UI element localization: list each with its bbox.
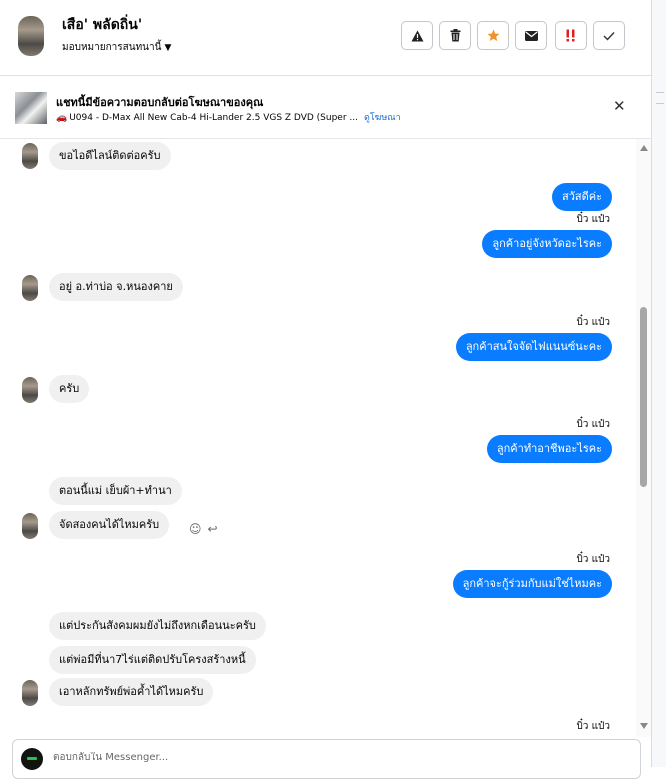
delete-button[interactable] bbox=[439, 21, 471, 50]
sender-avatar bbox=[22, 275, 38, 301]
scrollbar-thumb[interactable] bbox=[640, 307, 647, 487]
outgoing-message[interactable]: ลูกค้าอยู่จังหวัดอะไรคะ bbox=[482, 230, 612, 258]
alert-triangle-icon bbox=[411, 30, 423, 41]
car-icon: 🚗 bbox=[56, 113, 68, 123]
mark-unread-button[interactable] bbox=[515, 21, 547, 50]
conversation-header: เสือ' พลัดถิ่น' มอบหมายการสนทนานี้ ▼ bbox=[0, 0, 651, 76]
reply-composer bbox=[12, 739, 641, 779]
assign-label: มอบหมายการสนทนานี้ bbox=[62, 42, 162, 53]
ad-description: U094 - D-Max All New Cab-4 Hi-Lander 2.5… bbox=[69, 113, 358, 123]
ad-reply-banner: แชทนี้มีข้อความตอบกลับต่อโฆษณาของคุณ 🚗 U0… bbox=[0, 76, 651, 139]
caret-down-icon: ▼ bbox=[164, 43, 172, 53]
incoming-message[interactable]: ขอไอดีไลน์ติดต่อครับ bbox=[49, 142, 171, 170]
ad-thumbnail[interactable] bbox=[15, 92, 47, 124]
seen-by-label: บิ๋ว แป๋ว bbox=[576, 721, 610, 732]
message-thread: ขอไอดีไลน์ติดต่อครับ สวัสดีค่ะ บิ๋ว แป๋ว… bbox=[0, 139, 636, 737]
sender-avatar bbox=[22, 143, 38, 169]
thread-scrollbar[interactable] bbox=[636, 139, 651, 737]
outgoing-message[interactable]: ลูกค้าทำอาชีพอะไรคะ bbox=[486, 435, 612, 463]
react-icon[interactable]: ☺ bbox=[189, 522, 208, 536]
outgoing-message[interactable]: สวัสดีค่ะ bbox=[551, 183, 612, 211]
right-edge-panel bbox=[652, 0, 666, 767]
trash-icon bbox=[450, 29, 460, 42]
reply-input[interactable] bbox=[53, 752, 553, 763]
contact-avatar[interactable] bbox=[18, 16, 44, 56]
edge-tick bbox=[656, 92, 664, 93]
sender-avatar bbox=[22, 680, 38, 706]
incoming-message[interactable]: เอาหลักทรัพย์พ่อค้ำได้ไหมครับ bbox=[49, 678, 214, 706]
incoming-message[interactable]: แต่ประกันสังคมผมยังไม่ถึงหกเดือนนะครับ bbox=[49, 612, 266, 640]
incoming-message[interactable]: อยู่ อ.ท่าบ่อ จ.หนองคาย bbox=[49, 273, 183, 301]
scroll-up-arrow-icon[interactable] bbox=[640, 145, 648, 151]
contact-name[interactable]: เสือ' พลัดถิ่น' bbox=[62, 14, 142, 36]
incoming-message[interactable]: ครับ bbox=[49, 375, 90, 403]
check-icon bbox=[603, 31, 615, 41]
mark-done-button[interactable] bbox=[593, 21, 625, 50]
incoming-message[interactable]: แต่พ่อมีที่นา7ไร่แต่ติดปรับโครงสร้างหนี้ bbox=[49, 646, 256, 674]
assign-conversation-dropdown[interactable]: มอบหมายการสนทนานี้ ▼ bbox=[62, 40, 171, 55]
ad-banner-title: แชทนี้มีข้อความตอบกลับต่อโฆษณาของคุณ bbox=[56, 96, 264, 109]
incoming-message[interactable]: ตอนนี้แม่ เย็บผ้า+ทำนา bbox=[49, 477, 182, 505]
edge-tick bbox=[656, 103, 664, 104]
scroll-down-arrow-icon[interactable] bbox=[640, 723, 648, 729]
star-button[interactable] bbox=[477, 21, 509, 50]
seen-by-label: บิ๋ว แป๋ว bbox=[576, 554, 610, 565]
outgoing-message[interactable]: ลูกค้าสนใจจัดไฟแนนซ์นะคะ bbox=[455, 333, 612, 361]
seen-by-label: บิ๋ว แป๋ว bbox=[576, 214, 610, 225]
mark-follow-up-button[interactable] bbox=[555, 21, 587, 50]
report-spam-button[interactable] bbox=[401, 21, 433, 50]
outgoing-message[interactable]: ลูกค้าจะกู้ร่วมกับแม่ใช่ไหมคะ bbox=[452, 570, 612, 598]
view-ad-link[interactable]: ดูโฆษณา bbox=[364, 113, 401, 123]
star-icon bbox=[487, 29, 499, 41]
reply-icon[interactable]: ↩ bbox=[208, 522, 224, 536]
sender-avatar bbox=[22, 513, 38, 539]
ad-description-line: 🚗 U094 - D-Max All New Cab-4 Hi-Lander 2.… bbox=[56, 110, 401, 124]
seen-by-label: บิ๋ว แป๋ว bbox=[576, 419, 610, 430]
incoming-message[interactable]: จัดสองคนได้ไหมครับ bbox=[49, 511, 170, 539]
sender-avatar bbox=[22, 377, 38, 403]
envelope-icon bbox=[524, 30, 538, 41]
exclamation-icon bbox=[566, 29, 575, 42]
close-icon[interactable]: ✕ bbox=[613, 99, 626, 114]
message-actions: ☺↩ bbox=[189, 522, 224, 536]
seen-by-label: บิ๋ว แป๋ว bbox=[576, 317, 610, 328]
